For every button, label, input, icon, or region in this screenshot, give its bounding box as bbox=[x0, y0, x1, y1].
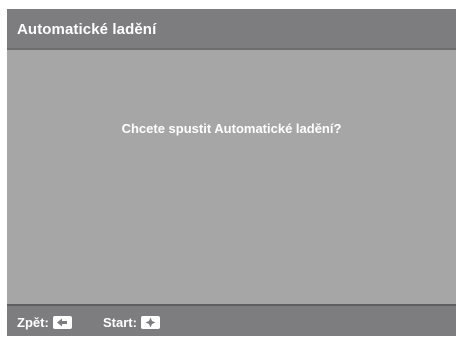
start-hint[interactable]: Start: bbox=[103, 314, 160, 330]
dpad-center-icon bbox=[140, 315, 160, 329]
back-hint[interactable]: Zpět: bbox=[17, 314, 72, 330]
auto-tuning-screen: Automatické ladění Chcete spustit Automa… bbox=[7, 9, 456, 336]
back-label: Zpět: bbox=[17, 314, 49, 330]
dialog-body: Chcete spustit Automatické ladění? bbox=[7, 50, 456, 304]
start-label: Start: bbox=[103, 314, 137, 330]
title-bar: Automatické ladění bbox=[7, 9, 456, 50]
arrow-left-icon bbox=[52, 315, 72, 329]
screen-title: Automatické ladění bbox=[17, 21, 157, 38]
confirmation-prompt: Chcete spustit Automatické ladění? bbox=[121, 121, 342, 136]
key-hints-bar: Zpět: Start: bbox=[7, 304, 456, 336]
